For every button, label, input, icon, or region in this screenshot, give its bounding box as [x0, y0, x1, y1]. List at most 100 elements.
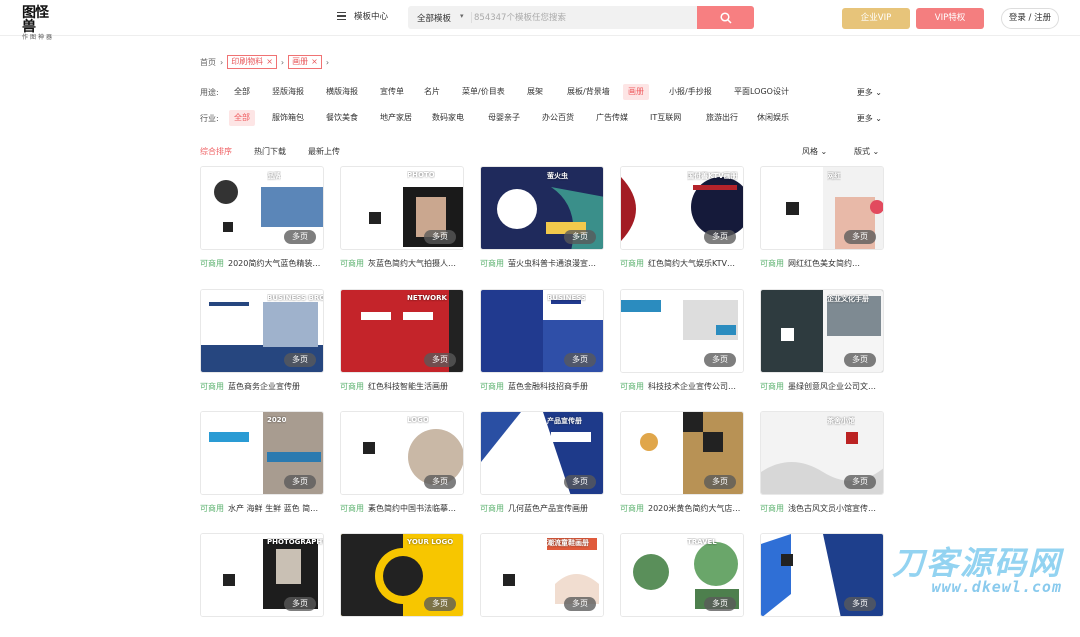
template-caption[interactable]: 可商用几何蓝色产品宣传画册	[480, 503, 604, 514]
template-thumbnail[interactable]: 企业文化手册多页	[760, 289, 884, 373]
usage-option[interactable]: 宣传单	[375, 84, 409, 100]
vip-privilege-button[interactable]: VIP特权	[916, 8, 984, 29]
template-card[interactable]: 企业文化手册多页可商用墨绿创意风企业公司文…	[760, 289, 884, 393]
template-caption[interactable]: 可商用2020米黄色简约大气店…	[620, 503, 744, 514]
industry-option[interactable]: 广告传媒	[591, 110, 633, 126]
template-card[interactable]: 多页可商用2020米黄色简约大气店…	[620, 411, 744, 515]
usage-option[interactable]: 全部	[229, 84, 255, 100]
template-caption[interactable]: 可商用2020简约大气蓝色精装…	[200, 258, 324, 269]
template-thumbnail[interactable]: LOGO多页	[340, 411, 464, 495]
template-card[interactable]: PHOTO多页可商用灰蓝色简约大气拍摄人…	[340, 166, 464, 270]
industry-option[interactable]: 地产家居	[375, 110, 417, 126]
template-thumbnail[interactable]: NETWORK多页	[340, 289, 464, 373]
commercial-label: 可商用	[760, 504, 784, 513]
template-card[interactable]: TRAVEL多页	[620, 533, 744, 637]
template-thumbnail[interactable]: 品牌多页	[200, 166, 324, 250]
template-thumbnail[interactable]: BUSINESS多页	[480, 289, 604, 373]
industry-option[interactable]: 办公百货	[537, 110, 579, 126]
template-card[interactable]: 萤火虫多页可商用萤火虫科普卡通浪漫宣…	[480, 166, 604, 270]
template-caption[interactable]: 可商用灰蓝色简约大气拍摄人…	[340, 258, 464, 269]
search-input[interactable]	[474, 9, 694, 26]
usage-option[interactable]: 展板/背景墙	[562, 84, 615, 100]
template-card[interactable]: LOGO多页可商用素色简约中国书法临摹…	[340, 411, 464, 515]
login-register-button[interactable]: 登录 / 注册	[1001, 8, 1059, 29]
template-thumbnail[interactable]: TRAVEL多页	[620, 533, 744, 617]
usage-option[interactable]: 小报/手抄报	[664, 84, 717, 100]
template-thumbnail[interactable]: 萤火虫多页	[480, 166, 604, 250]
usage-option[interactable]: 平面LOGO设计	[729, 84, 794, 100]
template-card[interactable]: 潮流童鞋画册多页	[480, 533, 604, 637]
close-icon[interactable]: ×	[266, 57, 273, 66]
template-caption[interactable]: 可商用网红红色美女简约…	[760, 258, 884, 269]
enterprise-vip-button[interactable]: 企业VIP	[842, 8, 910, 29]
usage-option[interactable]: 展架	[522, 84, 548, 100]
template-caption[interactable]: 可商用水产 海鲜 生鲜 蓝色 简…	[200, 503, 324, 514]
template-card[interactable]: 网红多页可商用网红红色美女简约…	[760, 166, 884, 270]
breadcrumb-tag[interactable]: 画册×	[288, 55, 322, 69]
template-thumbnail[interactable]: PHOTO多页	[340, 166, 464, 250]
template-card[interactable]: YOUR LOGO多页	[340, 533, 464, 637]
template-card[interactable]: BUSINESS BROCHURE多页可商用蓝色商务企业宣传册	[200, 289, 324, 393]
template-thumbnail[interactable]: PHOTOGRAPHY多页	[200, 533, 324, 617]
usage-option[interactable]: 竖版海报	[267, 84, 309, 100]
template-thumbnail[interactable]: YOUR LOGO多页	[340, 533, 464, 617]
multi-page-badge: 多页	[704, 597, 736, 611]
template-thumbnail[interactable]: 多页	[620, 411, 744, 495]
usage-option[interactable]: 画册	[623, 84, 649, 100]
industry-option[interactable]: 休闲娱乐	[752, 110, 794, 126]
template-thumbnail[interactable]: 国付善KTV画册多页	[620, 166, 744, 250]
template-caption[interactable]: 可商用红色简约大气娱乐KTV…	[620, 258, 744, 269]
site-logo[interactable]: 图怪兽 作图神器	[22, 6, 58, 30]
template-thumbnail[interactable]: 茶舍小馆多页	[760, 411, 884, 495]
template-card[interactable]: 国付善KTV画册多页可商用红色简约大气娱乐KTV…	[620, 166, 744, 270]
template-thumbnail[interactable]: 潮流童鞋画册多页	[480, 533, 604, 617]
usage-option[interactable]: 菜单/价目表	[457, 84, 510, 100]
industry-option[interactable]: 服饰箱包	[267, 110, 309, 126]
style-dropdown[interactable]: 风格 ⌄	[802, 146, 827, 157]
template-caption[interactable]: 可商用蓝色商务企业宣传册	[200, 381, 324, 392]
template-caption[interactable]: 可商用萤火虫科普卡通浪漫宣…	[480, 258, 604, 269]
layout-label: 版式	[854, 147, 870, 156]
usage-option[interactable]: 名片	[419, 84, 445, 100]
breadcrumb-tag[interactable]: 印刷物料×	[227, 55, 277, 69]
template-caption[interactable]: 可商用浅色古风文员小馆宣传…	[760, 503, 884, 514]
template-caption[interactable]: 可商用蓝色金融科技招商手册	[480, 381, 604, 392]
template-caption[interactable]: 可商用科技技术企业宣传公司…	[620, 381, 744, 392]
search-button[interactable]	[697, 6, 754, 29]
template-card[interactable]: NETWORK多页可商用红色科技智能生活画册	[340, 289, 464, 393]
template-caption[interactable]: 可商用素色简约中国书法临摹…	[340, 503, 464, 514]
sort-hot-download[interactable]: 热门下载	[254, 146, 286, 157]
template-thumbnail[interactable]: 多页	[620, 289, 744, 373]
menu-icon[interactable]	[337, 12, 346, 20]
layout-dropdown[interactable]: 版式 ⌄	[854, 146, 879, 157]
industry-option[interactable]: 母婴亲子	[483, 110, 525, 126]
industry-option[interactable]: 数码家电	[427, 110, 469, 126]
template-title: 灰蓝色简约大气拍摄人…	[368, 259, 456, 268]
template-card[interactable]: 产品宣传册多页可商用几何蓝色产品宣传画册	[480, 411, 604, 515]
close-icon[interactable]: ×	[311, 57, 318, 66]
template-card[interactable]: PHOTOGRAPHY多页	[200, 533, 324, 637]
industry-option[interactable]: 旅游出行	[701, 110, 743, 126]
usage-option[interactable]: 横版海报	[321, 84, 363, 100]
industry-option[interactable]: 餐饮美食	[321, 110, 363, 126]
template-thumbnail[interactable]: 产品宣传册多页	[480, 411, 604, 495]
search-category-select[interactable]: 全部模板	[417, 12, 451, 24]
template-card[interactable]: BUSINESS多页可商用蓝色金融科技招商手册	[480, 289, 604, 393]
breadcrumb-home[interactable]: 首页	[200, 57, 216, 68]
template-caption[interactable]: 可商用墨绿创意风企业公司文…	[760, 381, 884, 392]
usage-more-button[interactable]: 更多 ⌄	[857, 87, 882, 98]
sort-latest[interactable]: 最新上传	[308, 146, 340, 157]
template-thumbnail[interactable]: BUSINESS BROCHURE多页	[200, 289, 324, 373]
template-thumbnail[interactable]: 2020多页	[200, 411, 324, 495]
template-center-link[interactable]: 模板中心	[354, 10, 388, 22]
template-card[interactable]: 品牌多页可商用2020简约大气蓝色精装…	[200, 166, 324, 270]
sort-comprehensive[interactable]: 综合排序	[200, 146, 232, 157]
template-card[interactable]: 2020多页可商用水产 海鲜 生鲜 蓝色 简…	[200, 411, 324, 515]
template-card[interactable]: 茶舍小馆多页可商用浅色古风文员小馆宣传…	[760, 411, 884, 515]
industry-more-button[interactable]: 更多 ⌄	[857, 113, 882, 124]
template-caption[interactable]: 可商用红色科技智能生活画册	[340, 381, 464, 392]
industry-option[interactable]: 全部	[229, 110, 255, 126]
template-card[interactable]: 多页可商用科技技术企业宣传公司…	[620, 289, 744, 393]
industry-option[interactable]: IT互联网	[645, 110, 686, 126]
template-thumbnail[interactable]: 网红多页	[760, 166, 884, 250]
